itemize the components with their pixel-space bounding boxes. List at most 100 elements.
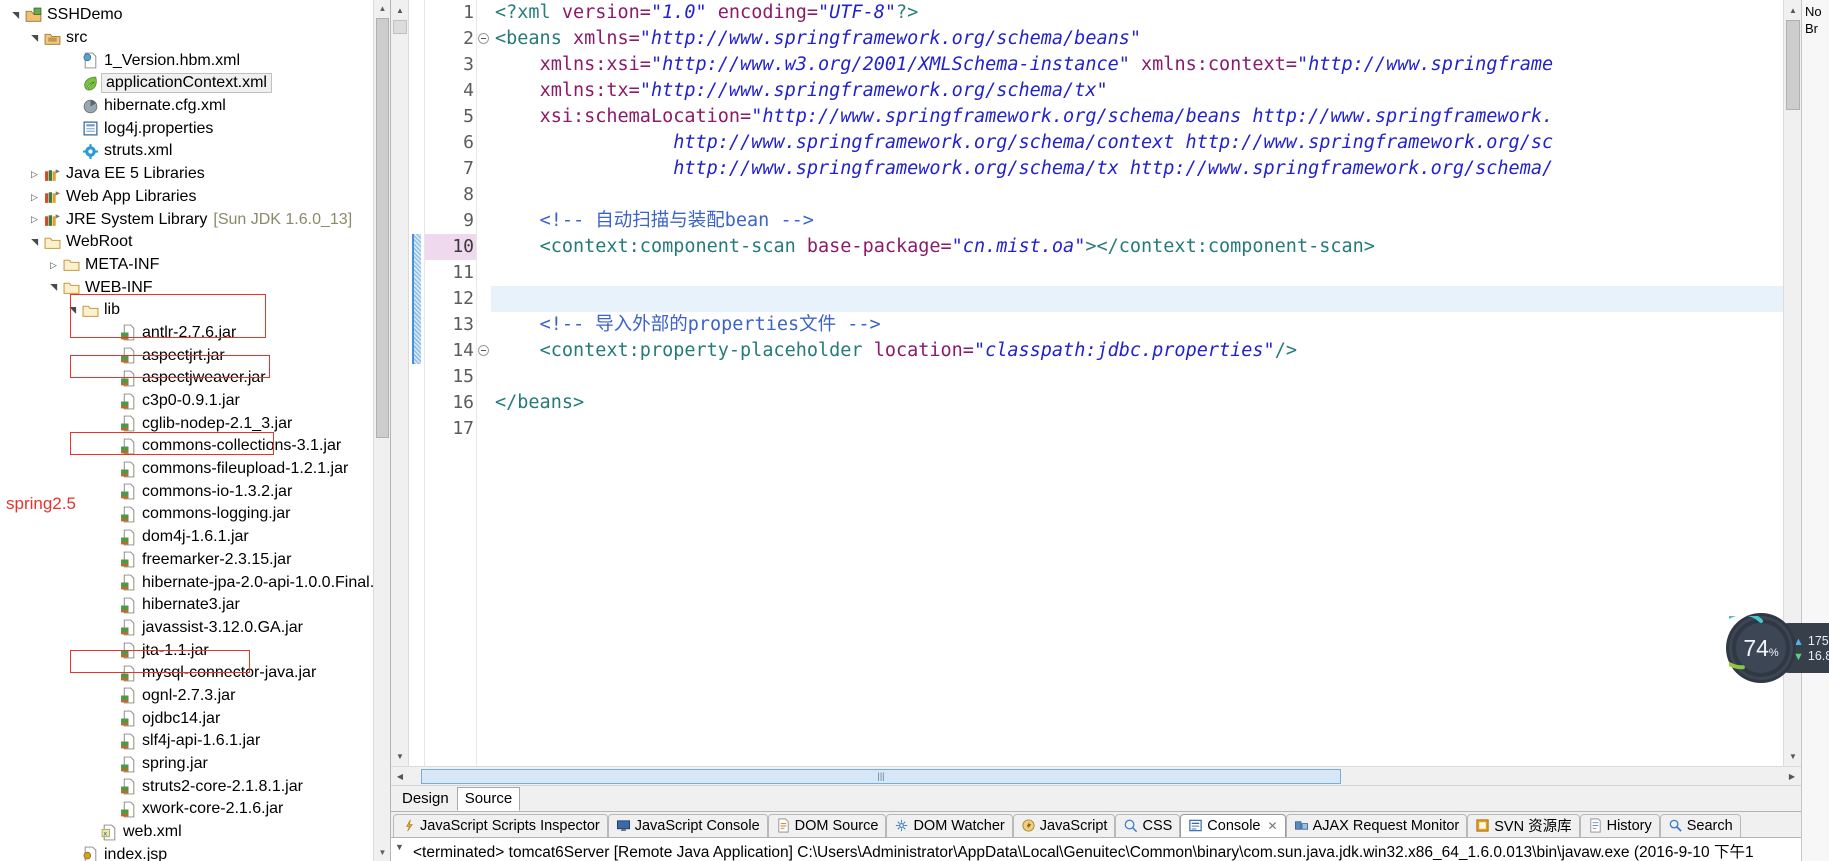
code-line[interactable]: http://www.springframework.org/schema/co… [491, 130, 1783, 156]
code-line[interactable]: http://www.springframework.org/schema/tx… [491, 156, 1783, 182]
console-output[interactable]: ▼ <terminated> tomcat6Server [Remote Jav… [391, 837, 1801, 861]
code-line[interactable]: <context:property-placeholder location="… [491, 338, 1783, 364]
code-area[interactable]: <?xml version="1.0" encoding="UTF-8"?> <b… [491, 0, 1783, 766]
tab-source[interactable]: Source [456, 787, 521, 811]
close-icon[interactable]: ✕ [1268, 819, 1278, 833]
tree-item-aspectjrt-jar[interactable]: aspectjrt.jar [0, 344, 390, 367]
code-line[interactable] [491, 416, 1783, 442]
console-scroll-down-icon[interactable]: ▼ [395, 842, 404, 852]
tree-item-web-inf[interactable]: ◢ WEB-INF [0, 276, 390, 299]
code-line[interactable] [491, 260, 1783, 286]
bottom-tab-bar[interactable]: JavaScript Scripts Inspector JavaScript C… [391, 812, 1801, 837]
bottom-tab-history[interactable]: History [1579, 814, 1660, 837]
expand-arrow-open-icon[interactable]: ◢ [23, 235, 46, 250]
hscroll-left-icon[interactable]: ◀ [391, 767, 409, 785]
editor-left-scrollbar[interactable]: ▲ ▼ [391, 0, 409, 766]
tree-item-src[interactable]: ◢ src [0, 27, 390, 50]
expand-arrow-closed-icon[interactable]: ▷ [27, 163, 42, 186]
tree-item-index-jsp[interactable]: index.jsp [0, 843, 390, 861]
bottom-tab-javascript-scripts-inspector[interactable]: JavaScript Scripts Inspector [393, 814, 608, 837]
bottom-tab-dom-watcher[interactable]: DOM Watcher [886, 814, 1013, 837]
tree-item-web-app-libraries[interactable]: ▷ Web App Libraries [0, 186, 390, 209]
code-line[interactable]: xsi:schemaLocation="http://www.springfra… [491, 104, 1783, 130]
editor-vscroll-up-icon[interactable]: ▲ [1784, 2, 1802, 18]
network-speed-widget[interactable]: ▲ 175 K/s ▼ 16.8 K/s [1729, 616, 1829, 680]
bottom-tab-console[interactable]: Console ✕ [1180, 814, 1286, 837]
hscroll-right-icon[interactable]: ▶ [1783, 767, 1801, 785]
tree-item-webroot[interactable]: ◢ WebRoot [0, 231, 390, 254]
tab-design[interactable]: Design [394, 787, 457, 811]
expand-arrow-open-icon[interactable]: ◢ [61, 303, 84, 318]
tree-item-commons-collections-3-1-jar[interactable]: commons-collections-3.1.jar [0, 435, 390, 458]
tree-item-web-xml[interactable]: x web.xml [0, 821, 390, 844]
editor-vscroll-down-icon[interactable]: ▼ [1784, 748, 1802, 764]
scroll-down-icon[interactable]: ▼ [374, 844, 390, 861]
expand-arrow-open-icon[interactable]: ◢ [42, 280, 65, 295]
tree-item-jta-1-1-jar[interactable]: jta-1.1.jar [0, 639, 390, 662]
tree-item-aspectjweaver-jar[interactable]: aspectjweaver.jar [0, 367, 390, 390]
tree-item-jre-system-library[interactable]: ▷ JRE System Library [Sun JDK 1.6.0_13] [0, 208, 390, 231]
code-line[interactable] [491, 286, 1783, 312]
scroll-up-icon[interactable]: ▲ [374, 0, 390, 17]
explorer-scrollbar[interactable]: ▲ ▼ [373, 0, 390, 861]
code-line[interactable]: </beans> [491, 390, 1783, 416]
tree-item-hibernate-cfg-xml[interactable]: hibernate.cfg.xml [0, 95, 390, 118]
tree-item-xwork-core-2-1-6-jar[interactable]: xwork-core-2.1.6.jar [0, 798, 390, 821]
tree-item-1-version-hbm-xml[interactable]: 1_Version.hbm.xml [0, 49, 390, 72]
tree-item-mysql-connector-java-jar[interactable]: mysql-connector-java.jar [0, 662, 390, 685]
code-line[interactable]: xmlns:tx="http://www.springframework.org… [491, 78, 1783, 104]
editor-horizontal-scrollbar[interactable]: ◀ ||| ▶ [391, 766, 1801, 785]
bottom-tab-svn-资源库[interactable]: SVN 资源库 [1467, 814, 1580, 837]
editor-mode-tabs[interactable]: Design Source [391, 785, 1801, 811]
tree-item-spring-jar[interactable]: spring.jar [0, 753, 390, 776]
outline-collapsed-strip[interactable]: No Br [1801, 0, 1829, 861]
tree-item-lib[interactable]: ◢ lib [0, 299, 390, 322]
bottom-tab-css[interactable]: CSS [1115, 814, 1181, 837]
tree-item-ognl-2-7-3-jar[interactable]: ognl-2.7.3.jar [0, 685, 390, 708]
code-line[interactable] [491, 182, 1783, 208]
explorer-scroll-thumb[interactable] [376, 18, 389, 438]
collapse-fold-icon[interactable] [478, 345, 489, 356]
collapse-fold-icon[interactable] [478, 33, 489, 44]
tree-item-cglib-nodep-2-1-3-jar[interactable]: cglib-nodep-2.1_3.jar [0, 412, 390, 435]
tree-item-meta-inf[interactable]: ▷ META-INF [0, 254, 390, 277]
tree-item-commons-fileupload-1-2-1-jar[interactable]: commons-fileupload-1.2.1.jar [0, 458, 390, 481]
bottom-tab-javascript-console[interactable]: JavaScript Console [607, 814, 768, 837]
tree-item-ojdbc14-jar[interactable]: ojdbc14.jar [0, 707, 390, 730]
code-line[interactable]: <context:component-scan base-package="cn… [491, 234, 1783, 260]
expand-arrow-closed-icon[interactable]: ▷ [27, 208, 42, 231]
expand-arrow-open-icon[interactable]: ◢ [4, 8, 27, 23]
expand-arrow-open-icon[interactable]: ◢ [23, 31, 46, 46]
tree-item-log4j-properties[interactable]: log4j.properties [0, 117, 390, 140]
package-explorer-panel[interactable]: ◢ SSHDemo ◢ src 1_Version.hbm.xml application… [0, 0, 391, 861]
tree-item-struts-xml[interactable]: struts.xml [0, 140, 390, 163]
bottom-tab-search[interactable]: Search [1659, 814, 1741, 837]
expand-arrow-closed-icon[interactable]: ▷ [46, 254, 61, 277]
bottom-tab-dom-source[interactable]: DOM Source [767, 814, 887, 837]
code-line[interactable] [491, 364, 1783, 390]
expand-arrow-closed-icon[interactable]: ▷ [27, 186, 42, 209]
tree-item-struts2-core-2-1-8-1-jar[interactable]: struts2-core-2.1.8.1.jar [0, 775, 390, 798]
tree-item-sshdemo[interactable]: ◢ SSHDemo [0, 4, 390, 27]
editor-left-scroll-thumb[interactable] [393, 20, 407, 34]
hscroll-thumb[interactable]: ||| [421, 768, 1341, 784]
editor-scroll-down-icon[interactable]: ▼ [391, 748, 409, 764]
bottom-tab-javascript[interactable]: JavaScript [1012, 814, 1116, 837]
xml-editor[interactable]: ▲ ▼ 1 2 3 4 5 6 7 8 9 10 11 12 13 14 15 16 17 <?xml vers… [391, 0, 1801, 766]
code-line[interactable]: <!-- 自动扫描与装配bean --> [491, 208, 1783, 234]
tree-item-javassist-3-12-0-ga-jar[interactable]: javassist-3.12.0.GA.jar [0, 617, 390, 640]
tree-item-hibernate3-jar[interactable]: hibernate3.jar [0, 594, 390, 617]
code-line[interactable]: <beans xmlns="http://www.springframework… [491, 26, 1783, 52]
tree-item-c3p0-0-9-1-jar[interactable]: c3p0-0.9.1.jar [0, 390, 390, 413]
bottom-tab-ajax-request-monitor[interactable]: AJAX Request Monitor [1285, 814, 1468, 837]
editor-scroll-up-icon[interactable]: ▲ [391, 2, 409, 18]
tree-item-java-ee-5-libraries[interactable]: ▷ Java EE 5 Libraries [0, 163, 390, 186]
tree-item-hibernate-jpa-2-0-api-1-0-0-final-ja[interactable]: hibernate-jpa-2.0-api-1.0.0.Final.ja [0, 571, 390, 594]
code-line[interactable]: <!-- 导入外部的properties文件 --> [491, 312, 1783, 338]
cpu-usage-dial[interactable]: 74% [1729, 616, 1793, 680]
editor-vscroll-thumb[interactable] [1786, 20, 1800, 110]
hscroll-track[interactable]: ||| [409, 768, 1783, 785]
project-tree[interactable]: ◢ SSHDemo ◢ src 1_Version.hbm.xml application… [0, 0, 390, 861]
tree-item-applicationcontext-xml[interactable]: applicationContext.xml [0, 72, 390, 95]
tree-item-slf4j-api-1-6-1-jar[interactable]: slf4j-api-1.6.1.jar [0, 730, 390, 753]
